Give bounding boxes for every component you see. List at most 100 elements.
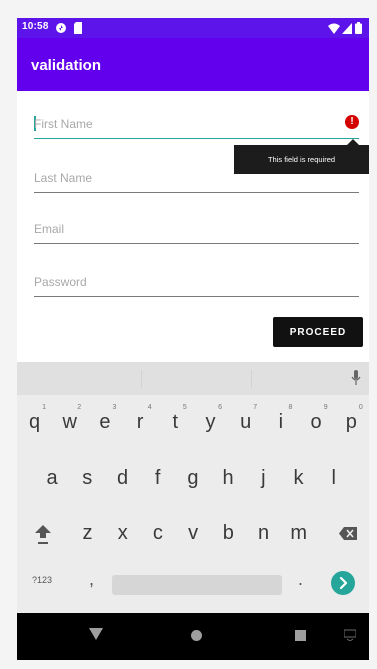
key-n[interactable]: n (246, 511, 281, 555)
password-field[interactable] (34, 271, 359, 297)
email-field[interactable] (34, 218, 359, 244)
key-label: q (28, 411, 41, 433)
key-g[interactable]: g (175, 456, 210, 500)
status-time: 10:58 (22, 21, 49, 32)
key-w[interactable]: w2 (52, 400, 87, 444)
key-hint: 3 (112, 404, 117, 411)
key-label: n (257, 522, 270, 544)
key-label: c (152, 522, 163, 544)
key-c[interactable]: c (140, 511, 175, 555)
key-l[interactable]: l (316, 456, 351, 500)
key-label: x (117, 522, 128, 544)
key-label: o (310, 411, 322, 433)
key-y[interactable]: y6 (193, 400, 228, 444)
key-p[interactable]: p0 (334, 400, 369, 444)
key-i[interactable]: i8 (263, 400, 298, 444)
proceed-button[interactable]: PROCEED (273, 317, 363, 347)
first-name-field[interactable]: ! (34, 113, 359, 139)
sync-icon (55, 21, 67, 39)
key-label: f (154, 467, 161, 489)
key-label: d (116, 467, 129, 489)
wifi-icon (328, 21, 340, 39)
key-z[interactable]: z (70, 511, 105, 555)
key-label: w (62, 411, 77, 433)
key-label: b (222, 522, 234, 544)
email-input[interactable] (34, 218, 334, 240)
key-label: j (261, 467, 266, 489)
key-x[interactable]: x (105, 511, 140, 555)
last-name-field[interactable] (34, 167, 359, 193)
phone-screen: 10:58 validation ! This field is require… (17, 18, 369, 660)
key-label: l (331, 467, 336, 489)
key-label: i (278, 411, 284, 433)
keyboard-row-2: a s d fgh j k l (17, 456, 369, 500)
error-icon[interactable]: ! (345, 115, 359, 129)
keyboard-row-3: z x c v b nm (17, 511, 369, 555)
suggestion-divider (141, 370, 142, 388)
backspace-icon[interactable] (339, 527, 357, 545)
shift-icon[interactable] (35, 525, 51, 550)
key-e[interactable]: e3 (87, 400, 122, 444)
email-underline (34, 243, 359, 244)
key-u[interactable]: u7 (228, 400, 263, 444)
suggestion-strip (17, 362, 369, 395)
key-s[interactable]: s (70, 456, 105, 500)
key-label: h (222, 467, 234, 489)
first-name-input[interactable] (34, 113, 334, 135)
keyboard-switch-icon[interactable] (343, 628, 357, 646)
symbols-key[interactable]: ?123 (32, 575, 52, 585)
keyboard-row-1: q1w2e3r4t5y6u7i8o9p0 (17, 400, 369, 444)
key-label: u (240, 411, 252, 433)
password-input[interactable] (34, 271, 334, 293)
key-hint: 1 (42, 404, 46, 411)
key-label: t (172, 411, 179, 433)
key-label: r (136, 411, 144, 433)
key-label: y (205, 411, 216, 433)
key-hint: 4 (147, 404, 152, 411)
space-bar[interactable] (112, 575, 282, 595)
app-title: validation (31, 57, 102, 74)
key-label: a (46, 467, 58, 489)
key-hint: 8 (288, 404, 293, 411)
key-label: p (345, 411, 357, 433)
first-name-underline (34, 138, 359, 139)
key-label: z (82, 522, 93, 544)
key-hint: 7 (253, 404, 258, 411)
key-label: e (99, 411, 111, 433)
cellular-icon (342, 21, 352, 39)
key-label: k (293, 467, 304, 489)
back-icon[interactable] (89, 627, 103, 645)
recents-icon[interactable] (295, 628, 306, 646)
navigation-bar (17, 613, 369, 660)
enter-key[interactable] (331, 571, 355, 595)
home-icon[interactable] (191, 628, 202, 646)
key-v[interactable]: v (176, 511, 211, 555)
key-d[interactable]: d (105, 456, 140, 500)
key-b[interactable]: b (211, 511, 246, 555)
password-underline (34, 296, 359, 297)
sd-card-icon (73, 21, 83, 39)
key-a[interactable]: a (35, 456, 70, 500)
key-o[interactable]: o9 (299, 400, 334, 444)
key-r[interactable]: r4 (123, 400, 158, 444)
key-k[interactable]: k (281, 456, 316, 500)
suggestion-divider (251, 370, 252, 388)
period-key[interactable]: . (298, 569, 303, 590)
key-label: s (82, 467, 93, 489)
key-hint: 9 (323, 404, 328, 411)
key-label: m (290, 522, 308, 544)
key-h[interactable]: h (211, 456, 246, 500)
battery-icon (355, 21, 362, 39)
key-f[interactable]: f (140, 456, 175, 500)
key-label: v (188, 522, 199, 544)
comma-key[interactable]: , (89, 569, 94, 590)
mic-icon[interactable] (351, 370, 361, 391)
key-hint: 2 (77, 404, 82, 411)
key-q[interactable]: q1 (17, 400, 52, 444)
last-name-input[interactable] (34, 167, 334, 189)
key-t[interactable]: t5 (158, 400, 193, 444)
soft-keyboard: q1w2e3r4t5y6u7i8o9p0 asdfghjkl zxcvbnm ?… (17, 362, 369, 613)
key-hint: 6 (218, 404, 222, 411)
key-j[interactable]: j (246, 456, 281, 500)
key-m[interactable]: m (281, 511, 316, 555)
